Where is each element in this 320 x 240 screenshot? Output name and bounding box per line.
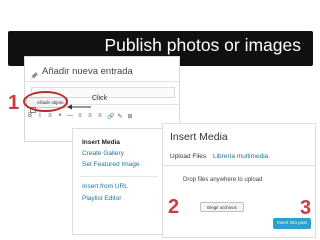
step-number-3: 3 xyxy=(300,197,312,219)
divider xyxy=(80,176,158,177)
list-button[interactable]: ≡ xyxy=(47,113,53,120)
click-annotation: Click xyxy=(92,95,108,102)
dialog-title: Insert Media xyxy=(170,131,228,143)
highlight-circle xyxy=(23,91,68,112)
insert-media-menu: Insert Media Create Gallery Set Featured… xyxy=(72,128,164,235)
step-number-2: 2 xyxy=(168,196,180,218)
quote-button[interactable]: ❝ xyxy=(57,113,63,120)
select-files-button[interactable]: Elegir archivos xyxy=(200,202,244,212)
link-button[interactable]: 🔗 xyxy=(107,113,114,120)
insert-into-post-label: Insert into post xyxy=(277,220,307,225)
menu-playlist-editor[interactable]: Playlist Editor xyxy=(82,195,121,202)
align-left-button[interactable]: ≡ xyxy=(77,113,83,120)
edit-button[interactable]: ✎ xyxy=(117,113,123,120)
tab-upload-files[interactable]: Upload Files xyxy=(170,153,206,160)
divider xyxy=(25,81,179,82)
editor-toolbar: B I ≡ ❝ — ≡ ≡ ≡ 🔗 ✎ ⊞ xyxy=(27,113,133,120)
editor-header: Añadir nueva entrada xyxy=(25,59,179,80)
menu-create-gallery[interactable]: Create Gallery xyxy=(82,150,124,157)
align-right-button[interactable]: ≡ xyxy=(97,113,103,120)
slide-title: Publish photos or images xyxy=(104,35,302,55)
hr-button[interactable]: — xyxy=(67,113,73,120)
align-center-button[interactable]: ≡ xyxy=(87,113,93,120)
insert-media-dialog: Insert Media Upload Files Librería multi… xyxy=(162,123,316,238)
editor-page-title: Añadir nueva entrada xyxy=(42,66,133,77)
step-number-1: 1 xyxy=(8,92,20,114)
table-button[interactable]: ⊞ xyxy=(127,113,133,120)
menu-set-featured-image[interactable]: Set Featured Image xyxy=(82,161,139,168)
bold-button[interactable]: B xyxy=(27,113,33,120)
divider xyxy=(163,165,315,166)
tab-media-library[interactable]: Librería multimedia xyxy=(213,153,268,160)
menu-insert-media[interactable]: Insert Media xyxy=(82,139,120,146)
menu-insert-from-url[interactable]: Insert from URL xyxy=(82,183,128,190)
select-files-label: Elegir archivos xyxy=(207,204,237,210)
pushpin-icon xyxy=(30,67,39,85)
italic-button[interactable]: I xyxy=(37,113,43,120)
drop-zone-text: Drop files anywhere to upload xyxy=(183,177,263,183)
